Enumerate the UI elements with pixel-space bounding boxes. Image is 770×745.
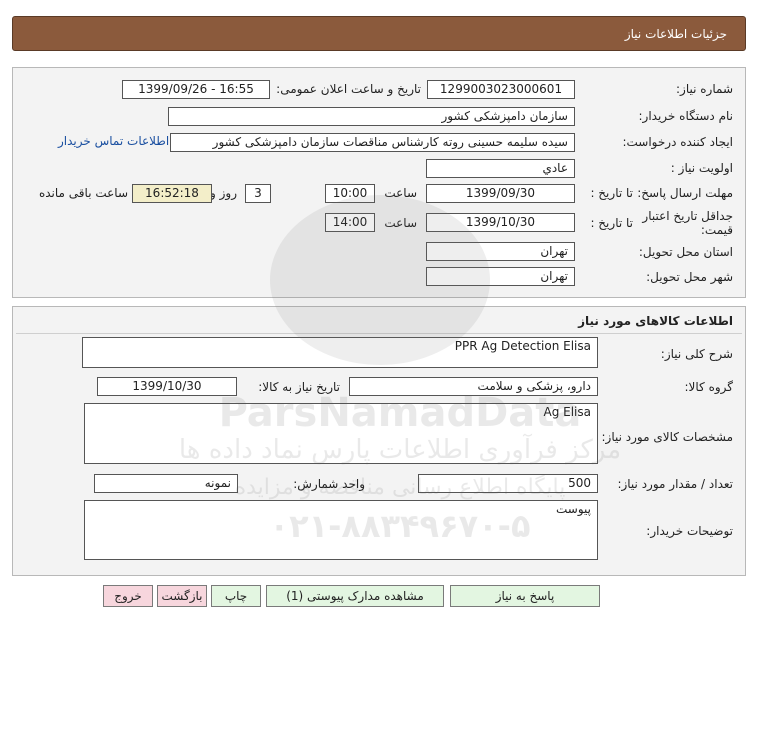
creator-field: سیده سلیمه حسینی روته کارشناس مناقصات سا…	[170, 133, 575, 152]
province-label: استان محل تحویل:	[638, 245, 733, 259]
view-attachments-button[interactable]: مشاهده مدارک پیوستی (1)	[266, 585, 444, 607]
deadline-to-date-label: تا تاریخ :	[590, 186, 633, 200]
buyer-org-field: سازمان دامپزشکی کشور	[168, 107, 575, 126]
group-label: گروه کالا:	[684, 380, 734, 394]
deadline-label: مهلت ارسال پاسخ:	[637, 186, 733, 200]
goods-section-title: اطلاعات کالاهای مورد نیاز	[578, 314, 733, 328]
unit-field: نمونه	[94, 474, 238, 493]
qty-text: 500	[568, 476, 591, 490]
priority-field: عادي	[426, 159, 575, 178]
unit-label: واحد شمارش:	[293, 477, 365, 491]
need-date-field: 1399/10/30	[97, 377, 237, 396]
reply-button[interactable]: پاسخ به نیاز	[450, 585, 600, 607]
page-title: جزئیات اطلاعات نیاز	[624, 27, 727, 41]
contact-buyer-link[interactable]: اطلاعات تماس خریدار	[58, 134, 169, 148]
need-date-label: تاریخ نیاز به کالا:	[258, 380, 340, 394]
announce-field: 1399/09/26 - 16:55	[122, 80, 270, 99]
summary-label: شرح کلی نیاز:	[660, 347, 733, 361]
need-number-field: 1299003023000601	[427, 80, 575, 99]
print-button[interactable]: چاپ	[211, 585, 261, 607]
summary-field: PPR Ag Detection Elisa	[82, 337, 598, 368]
remaining-time-field: 16:52:18	[132, 184, 212, 203]
buyer-notes-field: پیوست	[84, 500, 598, 560]
group-field: دارو، پزشکی و سلامت	[349, 377, 598, 396]
priority-label: اولویت نیاز :	[670, 161, 733, 175]
qty-field: 500	[418, 474, 598, 493]
validity-time-label: ساعت	[384, 216, 417, 230]
days-field: 3	[245, 184, 271, 203]
buyer-org-label: نام دستگاه خریدار:	[638, 109, 734, 123]
deadline-date-field: 1399/09/30	[426, 184, 575, 203]
deadline-time-label: ساعت	[384, 186, 417, 200]
validity-time-field: 14:00	[325, 213, 375, 232]
specs-text: Ag Elisa	[543, 405, 592, 419]
page-header: جزئیات اطلاعات نیاز	[12, 16, 746, 51]
need-number-label: شماره نیاز:	[676, 82, 733, 96]
validity-date-field: 1399/10/30	[426, 213, 575, 232]
specs-field: Ag Elisa	[84, 403, 598, 464]
province-field: تهران	[426, 242, 575, 261]
city-field: تهران	[426, 267, 575, 286]
validity-label: جداقل تاریخ اعتبار قیمت:	[642, 209, 733, 237]
need-info-panel	[12, 67, 746, 298]
goods-divider	[16, 333, 742, 334]
days-label: روز و	[210, 186, 237, 200]
summary-text: PPR Ag Detection Elisa	[454, 339, 591, 353]
validity-to-date-label: تا تاریخ :	[590, 216, 633, 230]
announce-label: تاریخ و ساعت اعلان عمومی:	[276, 82, 421, 96]
remaining-label: ساعت باقی مانده	[38, 186, 128, 200]
specs-label: مشخصات کالای مورد نیاز:	[601, 430, 733, 444]
exit-button[interactable]: خروج	[103, 585, 153, 607]
creator-label: ایجاد کننده درخواست:	[622, 135, 733, 149]
qty-label: تعداد / مقدار مورد نیاز:	[617, 477, 733, 491]
deadline-time-field: 10:00	[325, 184, 375, 203]
back-button[interactable]: بازگشت	[157, 585, 207, 607]
city-label: شهر محل تحویل:	[646, 270, 733, 284]
buyer-notes-label: توضیحات خریدار:	[646, 524, 733, 538]
